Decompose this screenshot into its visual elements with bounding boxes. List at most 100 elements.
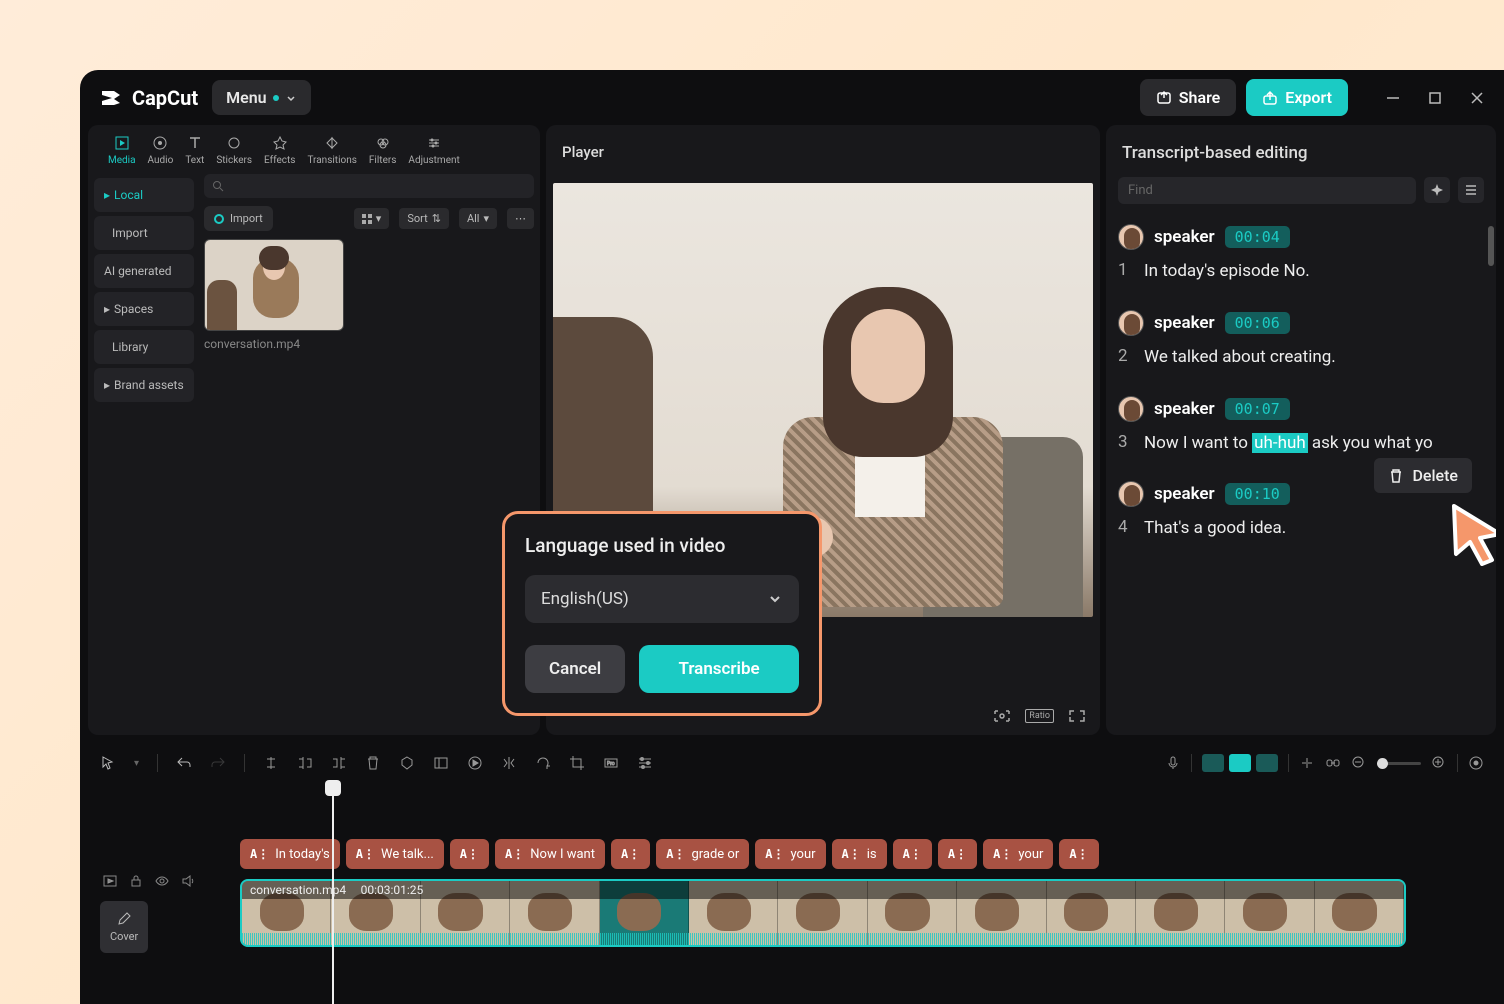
caption-clip[interactable]: A⋮is xyxy=(832,839,887,869)
fit-icon[interactable] xyxy=(1468,755,1484,771)
more-options-button[interactable]: ⋯ xyxy=(507,208,534,229)
minimize-button[interactable] xyxy=(1386,91,1400,105)
media-search-input[interactable] xyxy=(204,174,534,198)
lock-icon[interactable] xyxy=(128,873,144,889)
filler-word-highlight[interactable]: uh-huh xyxy=(1252,433,1308,453)
delete-right-icon[interactable] xyxy=(331,755,347,771)
tab-filters[interactable]: Filters xyxy=(363,131,403,170)
play-range-icon[interactable] xyxy=(467,755,483,771)
find-input[interactable]: Find xyxy=(1118,177,1416,204)
tab-stickers[interactable]: Stickers xyxy=(210,131,258,170)
transcript-item[interactable]: speaker 00:06 2We talked about creating. xyxy=(1118,310,1484,370)
scan-icon[interactable] xyxy=(993,709,1011,723)
sidebar-item-library[interactable]: Library xyxy=(94,330,194,364)
cancel-button[interactable]: Cancel xyxy=(525,645,625,693)
sidebar-item-ai-generated[interactable]: AI generated xyxy=(94,254,194,288)
snap-icon[interactable] xyxy=(1299,755,1315,771)
link-icon[interactable] xyxy=(1325,755,1341,771)
caption-track[interactable]: A⋮In today's A⋮We talk... A⋮ A⋮Now I wan… xyxy=(240,839,1099,869)
share-button[interactable]: Share xyxy=(1140,79,1237,116)
caption-clip[interactable]: A⋮grade or xyxy=(656,839,749,869)
tab-effects[interactable]: Effects xyxy=(258,131,301,170)
transcript-list[interactable]: speaker 00:04 1In today's episode No. sp… xyxy=(1106,216,1496,686)
cover-button[interactable]: Cover xyxy=(100,901,148,953)
visibility-icon[interactable] xyxy=(154,873,170,889)
transcript-text[interactable]: We talked about creating. xyxy=(1144,346,1484,370)
caption-clip[interactable]: A⋮We talk... xyxy=(346,839,444,869)
delete-context-button[interactable]: Delete xyxy=(1374,458,1472,493)
undo-icon[interactable] xyxy=(176,755,192,771)
sidebar-item-brand-assets[interactable]: ▸Brand assets xyxy=(94,368,194,402)
caption-clip[interactable]: A⋮ xyxy=(938,839,977,869)
split-icon[interactable] xyxy=(263,755,279,771)
language-select[interactable]: English(US) xyxy=(525,575,799,623)
speaker-avatar xyxy=(1118,224,1144,250)
video-clip[interactable]: conversation.mp4 00:03:01:25 xyxy=(240,879,1406,947)
zoom-slider[interactable] xyxy=(1377,762,1421,765)
transcript-item[interactable]: speaker 00:04 1In today's episode No. xyxy=(1118,224,1484,284)
sidebar-item-import[interactable]: Import xyxy=(94,216,194,250)
close-button[interactable] xyxy=(1470,91,1484,105)
settings-icon[interactable] xyxy=(637,755,653,771)
tab-audio[interactable]: Audio xyxy=(142,131,180,170)
tab-adjustment[interactable]: Adjustment xyxy=(402,131,465,170)
mute-icon[interactable] xyxy=(180,873,196,889)
playhead[interactable] xyxy=(332,788,334,1004)
caption-clip[interactable]: A⋮Now I want xyxy=(495,839,605,869)
caption-clip[interactable]: A⋮ xyxy=(893,839,932,869)
tab-text[interactable]: Text xyxy=(179,131,210,170)
fullscreen-icon[interactable] xyxy=(1068,709,1086,723)
caption-clip[interactable]: A⋮ xyxy=(611,839,650,869)
timeline-tracks[interactable]: A⋮In today's A⋮We talk... A⋮ A⋮Now I wan… xyxy=(234,791,1496,1004)
preview-icon[interactable] xyxy=(102,873,118,889)
tab-transitions[interactable]: Transitions xyxy=(301,131,362,170)
media-thumbnail xyxy=(204,239,344,331)
zoom-mode-group[interactable] xyxy=(1202,754,1278,772)
list-button[interactable] xyxy=(1458,177,1484,203)
export-button[interactable]: Export xyxy=(1246,79,1348,116)
zoom-out-icon[interactable] xyxy=(1351,755,1367,771)
sidebar-item-local[interactable]: ▸Local xyxy=(94,178,194,212)
capcut-logo-icon xyxy=(100,86,124,110)
grid-view-button[interactable]: ▾ xyxy=(354,208,390,229)
rotate-icon[interactable] xyxy=(535,755,551,771)
crop-icon[interactable] xyxy=(569,755,585,771)
transcript-text[interactable]: In today's episode No. xyxy=(1144,260,1484,284)
zoom-in-icon[interactable] xyxy=(1431,755,1447,771)
maximize-button[interactable] xyxy=(1428,91,1442,105)
mirror-icon[interactable] xyxy=(501,755,517,771)
import-button[interactable]: Import xyxy=(204,206,273,231)
delete-left-icon[interactable] xyxy=(297,755,313,771)
ratio-button[interactable]: Ratio xyxy=(1025,709,1054,723)
timestamp-pill[interactable]: 00:06 xyxy=(1225,312,1290,334)
transcript-item[interactable]: speaker 00:07 3Now I want to uh-huh ask … xyxy=(1118,396,1484,456)
timestamp-pill[interactable]: 00:04 xyxy=(1225,226,1290,248)
scrollbar-thumb[interactable] xyxy=(1488,226,1494,266)
sparkle-button[interactable] xyxy=(1424,177,1450,203)
pro-enhance-icon[interactable]: Pro xyxy=(603,755,619,771)
caption-clip[interactable]: A⋮ xyxy=(1059,839,1098,869)
titlebar: CapCut Menu Share Export xyxy=(80,70,1504,125)
sort-button[interactable]: Sort ⇅ xyxy=(399,208,449,229)
timestamp-pill[interactable]: 00:10 xyxy=(1225,483,1290,505)
microphone-icon[interactable] xyxy=(1165,755,1181,771)
redo-icon[interactable] xyxy=(210,755,226,771)
sidebar-item-spaces[interactable]: ▸Spaces xyxy=(94,292,194,326)
transcript-text[interactable]: Now I want to uh-huh ask you what yo xyxy=(1144,432,1484,456)
media-item[interactable]: conversation.mp4 xyxy=(204,239,344,351)
transcript-text[interactable]: That's a good idea. xyxy=(1144,517,1484,541)
frame-icon[interactable] xyxy=(433,755,449,771)
transcribe-button[interactable]: Transcribe xyxy=(639,645,799,693)
selection-tool-icon[interactable] xyxy=(100,755,116,771)
caption-clip[interactable]: A⋮In today's xyxy=(240,839,340,869)
filter-all-button[interactable]: All ▾ xyxy=(459,208,497,229)
caption-clip[interactable]: A⋮your xyxy=(983,839,1053,869)
marker-icon[interactable] xyxy=(399,755,415,771)
tab-media[interactable]: Media xyxy=(102,131,142,170)
app-window: CapCut Menu Share Export xyxy=(80,70,1504,1004)
caption-clip[interactable]: A⋮your xyxy=(755,839,825,869)
menu-button[interactable]: Menu xyxy=(212,80,310,115)
timestamp-pill[interactable]: 00:07 xyxy=(1225,398,1290,420)
caption-clip[interactable]: A⋮ xyxy=(450,839,489,869)
delete-icon[interactable] xyxy=(365,755,381,771)
